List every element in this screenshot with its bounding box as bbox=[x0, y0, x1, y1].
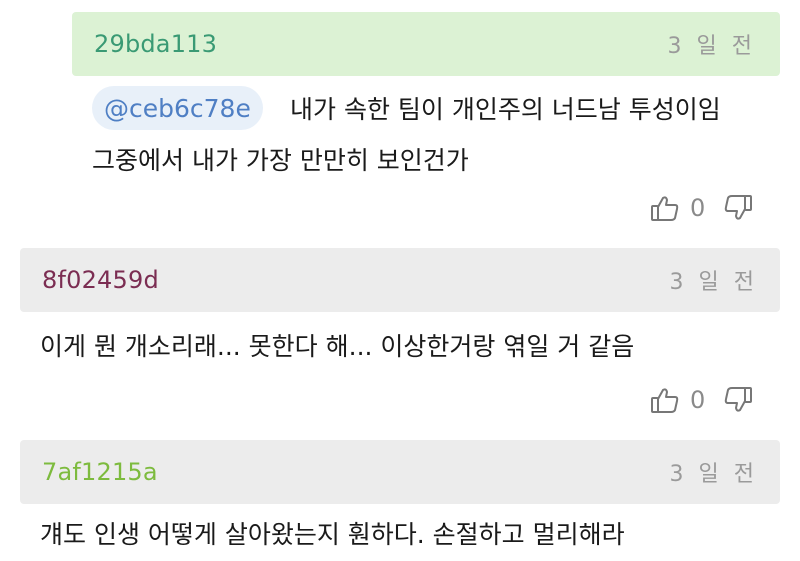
comment-header: 8f02459d 3 일 전 bbox=[20, 248, 780, 312]
thumbs-up-icon[interactable] bbox=[648, 383, 682, 417]
thumbs-down-icon[interactable] bbox=[721, 383, 755, 417]
timestamp: 3 일 전 bbox=[669, 462, 758, 487]
comment-text: 그중에서 내가 가장 만만히 보인건가 bbox=[92, 146, 469, 175]
thumbs-up-icon[interactable] bbox=[648, 191, 682, 225]
like-count: 0 bbox=[690, 194, 706, 222]
comment-header: 29bda113 3 일 전 bbox=[72, 12, 780, 76]
like-count: 0 bbox=[690, 386, 706, 414]
vote-bar: 0 bbox=[648, 380, 755, 420]
timestamp: 3 일 전 bbox=[669, 270, 758, 295]
vote-bar: 0 bbox=[648, 188, 755, 228]
username[interactable]: 7af1215a bbox=[42, 458, 158, 486]
thumbs-down-icon[interactable] bbox=[721, 191, 755, 225]
username[interactable]: 29bda113 bbox=[94, 30, 217, 58]
comment-text: 걔도 인생 어떻게 살아왔는지 훤하다. 손절하고 멀리해라 bbox=[40, 520, 625, 549]
comment-header: 7af1215a 3 일 전 bbox=[20, 440, 780, 504]
comment-text: 이게 뭔 개소리래... 못한다 해... 이상한거랑 엮일 거 같음 bbox=[40, 332, 635, 361]
comment-text: 내가 속한 팀이 개인주의 너드남 투성이임 bbox=[290, 95, 721, 124]
mention-tag[interactable]: @ceb6c78e bbox=[92, 86, 263, 130]
timestamp: 3 일 전 bbox=[667, 34, 756, 59]
username[interactable]: 8f02459d bbox=[42, 266, 159, 294]
